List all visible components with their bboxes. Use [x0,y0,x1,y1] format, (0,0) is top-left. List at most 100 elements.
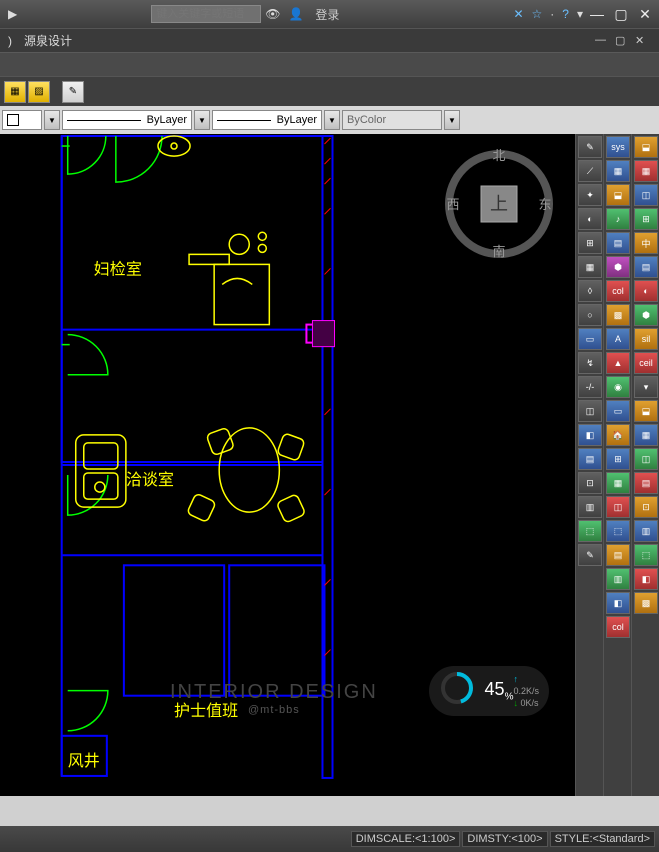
color-combo[interactable]: ByColor [342,110,442,130]
palette-btn[interactable]: 🏠 [606,424,630,446]
palette-btn[interactable]: ▲ [606,352,630,374]
palette-btn[interactable]: ▤ [606,232,630,254]
palette-btn[interactable]: ◉ [606,376,630,398]
tool-palettes: ✎ ⟋ ✦ ◐ ⊞ ▦ ◊ ○ ▭ ↯ -/- ◫ ◧ ▤ ⊡ ▥ ⬚ ✎ sy… [575,134,659,796]
palette-btn[interactable]: ▦ [634,424,658,446]
palette-btn[interactable]: ⬓ [634,136,658,158]
room-label-4: 风井 [68,752,100,770]
restore-button[interactable]: ▢ [611,5,631,23]
layer-color-dropdown[interactable]: ▼ [44,110,60,130]
palette-btn[interactable]: ▦ [634,160,658,182]
ribbon-area [0,52,659,76]
palette-btn[interactable]: ▤ [634,256,658,278]
palette-btn[interactable]: sil [634,328,658,350]
palette-btn[interactable]: ⊞ [634,208,658,230]
palette-btn[interactable]: ⬚ [634,544,658,566]
palette-btn[interactable]: ⬚ [606,520,630,542]
palette-btn[interactable]: sys [606,136,630,158]
menu-item-yuanquan[interactable]: 源泉设计 [24,32,72,49]
palette-btn[interactable]: ⊞ [606,448,630,470]
palette-btn[interactable]: ◫ [578,400,602,422]
palette-btn[interactable]: 中 [634,232,658,254]
drawing-canvas[interactable]: 妇检室 洽谈室 护士值班 风井 上 北 南 西 东 45% ↑ 0.2K/s ↓… [0,134,659,796]
palette-btn[interactable]: ⬢ [606,256,630,278]
minimize-button[interactable]: — [587,5,607,23]
palette-btn[interactable]: ◊ [578,280,602,302]
palette-btn[interactable]: ◧ [634,568,658,590]
palette-btn[interactable]: ⬢ [634,304,658,326]
palette-btn[interactable]: -/- [578,376,602,398]
titlebar: ▶ 👁 👤 登录 ✕ ☆ · ? ▾ — ▢ ✕ [0,0,659,28]
palette-btn[interactable]: ▩ [606,304,630,326]
palette-btn[interactable]: ♪ [606,208,630,230]
help-icon[interactable]: ? [562,7,569,21]
search-input[interactable] [151,5,261,23]
room-label-3: 护士值班 [174,702,238,720]
menubar: ) 源泉设计 — ▢ ✕ [0,28,659,52]
linetype-combo[interactable]: ByLayer [62,110,192,130]
palette-btn[interactable]: ◫ [606,496,630,518]
palette-btn[interactable]: ▭ [606,400,630,422]
palette-btn[interactable]: ceil [634,352,658,374]
palette-btn[interactable]: ▦ [606,472,630,494]
palette-btn[interactable]: ✎ [578,544,602,566]
login-link[interactable]: 登录 [315,6,339,23]
help-dropdown-icon[interactable]: ▾ [577,7,583,21]
palette-btn[interactable]: ⟋ [578,160,602,182]
palette-btn[interactable]: ✎ [578,136,602,158]
x-icon[interactable]: ✕ [513,7,523,21]
palette-btn[interactable]: ▾ [634,376,658,398]
palette-btn[interactable]: ▭ [578,328,602,350]
palette-btn[interactable]: ▤ [634,472,658,494]
tool-button-2[interactable]: ▨ [28,81,50,103]
palette-btn[interactable]: ▥ [606,568,630,590]
svg-text:上: 上 [490,194,508,214]
palette-btn[interactable]: ◫ [634,448,658,470]
palette-btn[interactable]: ⊡ [578,472,602,494]
binoculars-icon[interactable]: 👁 [265,7,280,21]
doc-minimize-button[interactable]: — [595,34,611,48]
palette-btn[interactable]: col [606,280,630,302]
palette-btn[interactable]: ▥ [634,520,658,542]
status-style[interactable]: STYLE:<Standard> [550,831,655,847]
palette-btn[interactable]: ↯ [578,352,602,374]
palette-btn[interactable]: ▥ [578,496,602,518]
palette-btn[interactable]: ⊞ [578,232,602,254]
palette-btn[interactable]: ✦ [578,184,602,206]
palette-btn[interactable]: ▤ [578,448,602,470]
doc-close-button[interactable]: ✕ [635,34,651,48]
palette-btn[interactable]: ◐ [634,280,658,302]
status-dimscale[interactable]: DIMSCALE:<1:100> [351,831,461,847]
doc-restore-button[interactable]: ▢ [615,34,631,48]
user-icon[interactable]: 👤 [288,7,303,21]
status-dimsty[interactable]: DIMSTY:<100> [462,831,547,847]
color-dropdown[interactable]: ▼ [444,110,460,130]
palette-btn[interactable]: ▦ [578,256,602,278]
palette-btn[interactable]: ○ [578,304,602,326]
lineweight-combo[interactable]: ByLayer [212,110,322,130]
tool-button-3[interactable]: ✎ [62,81,84,103]
palette-btn[interactable]: A [606,328,630,350]
layer-color-combo[interactable] [2,110,42,130]
palette-btn[interactable]: ⊡ [634,496,658,518]
play-icon[interactable]: ▶ [8,7,17,21]
palette-btn[interactable]: ▤ [606,544,630,566]
linetype-dropdown[interactable]: ▼ [194,110,210,130]
tool-button-1[interactable]: ▦ [4,81,26,103]
palette-btn[interactable]: ⬓ [606,184,630,206]
palette-btn[interactable]: ◐ [578,208,602,230]
bottom-panel [0,796,659,826]
palette-btn[interactable]: ▩ [634,592,658,614]
lineweight-dropdown[interactable]: ▼ [324,110,340,130]
people-icon[interactable]: ☆ [532,7,543,21]
palette-btn[interactable]: ⬚ [578,520,602,542]
palette-btn[interactable]: col [606,616,630,638]
palette-btn[interactable]: ◫ [634,184,658,206]
palette-btn[interactable]: ▦ [606,160,630,182]
svg-text:北: 北 [492,148,505,163]
palette-btn[interactable]: ◧ [578,424,602,446]
palette-btn[interactable]: ◧ [606,592,630,614]
close-button[interactable]: ✕ [635,5,655,23]
viewcube[interactable]: 上 北 南 西 东 [439,144,559,264]
palette-btn[interactable]: ⬓ [634,400,658,422]
